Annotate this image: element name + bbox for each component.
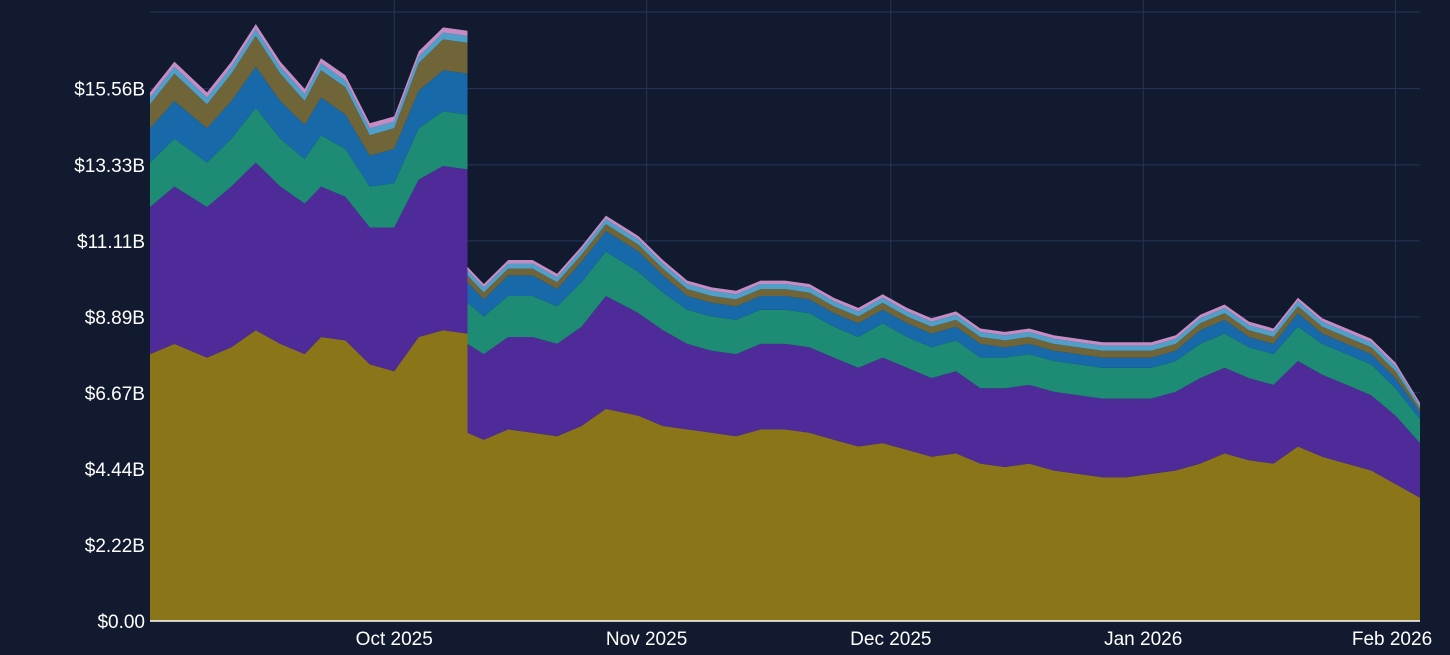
y-tick-label: $6.67B [85,384,145,405]
stacked-area-chart: $0.00 $2.22B $4.44B $6.67B $8.89B $11.11B $13.… [0,0,1450,650]
x-tick-label: Oct 2025 [356,629,433,650]
y-tick-label: $11.11B [77,232,145,253]
y-tick-label: $0.00 [97,612,145,633]
y-tick-label: $15.56B [74,80,145,101]
x-tick-label: Feb 2026 [1352,629,1432,650]
y-tick-label: $13.33B [74,156,145,177]
chart-svg: $0.00 $2.22B $4.44B $6.67B $8.89B $11.11B $13.… [74,0,1432,650]
y-tick-label: $2.22B [85,536,145,557]
x-tick-label: Nov 2025 [606,629,687,650]
area-layer [150,24,1420,621]
y-tick-label: $8.89B [85,308,145,329]
y-tick-label: $4.44B [85,460,145,481]
x-tick-label: Jan 2026 [1104,629,1182,650]
x-tick-label: Dec 2025 [850,629,931,650]
